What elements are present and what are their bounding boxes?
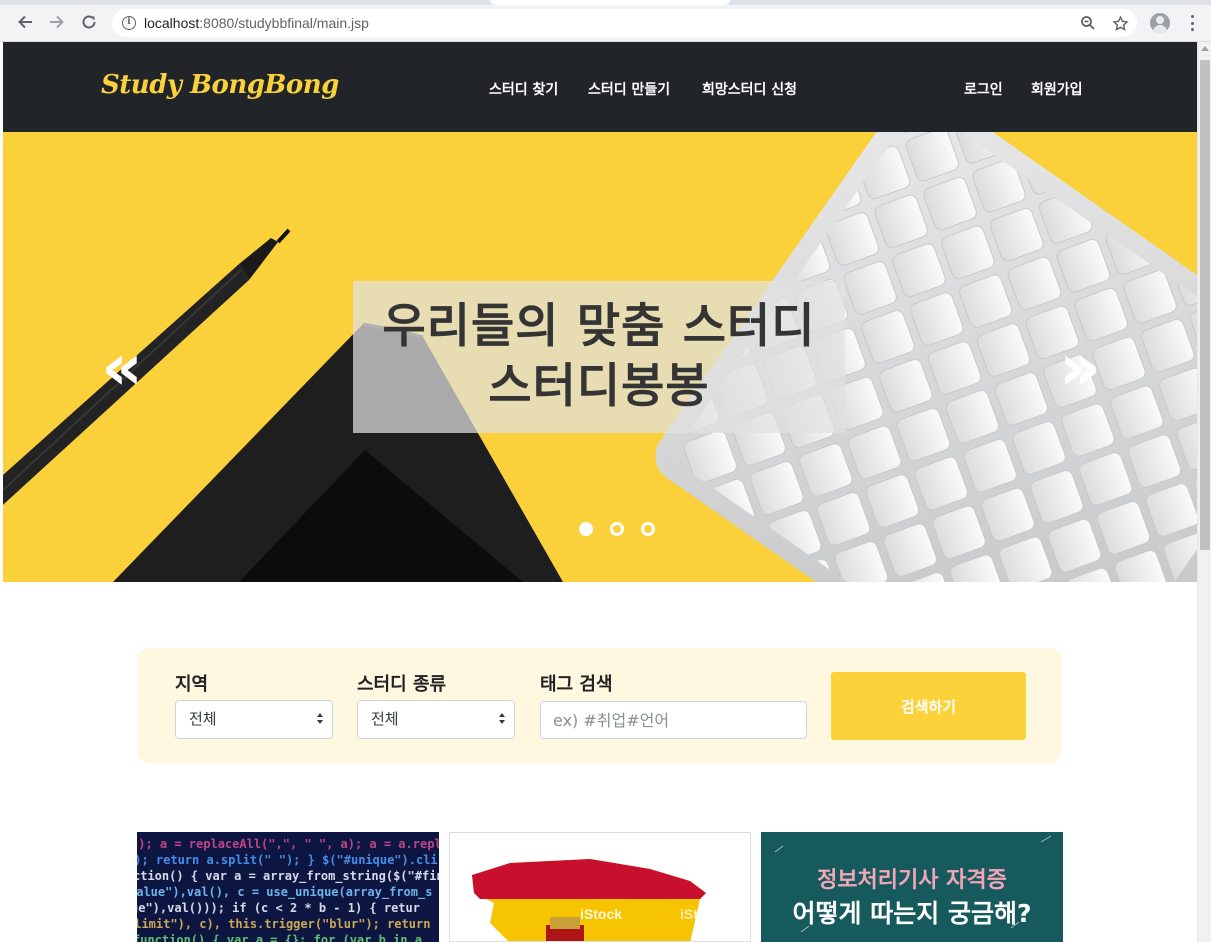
study-type-select-value: 전체 — [371, 710, 399, 728]
hero-caption-line1: 우리들의 맞춤 스터디 — [382, 299, 816, 354]
nav-login[interactable]: 로그인 — [964, 79, 1003, 99]
study-card-code[interactable]: "); a = replaceAll(",", " ", a); a = a.r… — [137, 832, 439, 942]
study-type-select[interactable]: 전체 — [357, 700, 515, 739]
hero-carousel: 우리들의 맞춤 스터디 스터디봉봉 « » — [3, 132, 1197, 582]
brand-logo[interactable]: Study BongBong — [101, 70, 339, 100]
url-text: localhost:8080/studybbfinal/main.jsp — [144, 15, 369, 31]
search-button[interactable]: 검색하기 — [831, 672, 1026, 740]
carousel-prev-icon[interactable]: « — [97, 336, 147, 400]
istock-watermark: iStock — [580, 906, 622, 922]
region-select[interactable]: 전체 — [175, 700, 333, 739]
profile-avatar-icon[interactable] — [1150, 13, 1170, 33]
code-thumbnail-image: "); a = replaceAll(",", " ", a); a = a.r… — [137, 832, 439, 942]
site-info-icon[interactable]: i — [122, 16, 136, 30]
back-icon[interactable] — [15, 12, 35, 32]
cert-question-text: 어떻게 따는지 궁금해? — [793, 899, 1032, 928]
page-scrollbar[interactable] — [1197, 42, 1211, 942]
hero-caption-line2: 스터디봉봉 — [488, 359, 710, 414]
region-select-value: 전체 — [189, 710, 217, 728]
reload-icon[interactable] — [79, 12, 99, 32]
nav-find-study[interactable]: 스터디 찾기 — [489, 79, 558, 99]
active-tab[interactable] — [490, 0, 730, 5]
study-type-label: 스터디 종류 — [357, 674, 447, 695]
zoom-icon[interactable] — [1079, 14, 1097, 32]
scroll-up-arrow-icon[interactable] — [1201, 46, 1209, 51]
address-bar[interactable]: i localhost:8080/studybbfinal/main.jsp — [112, 9, 1137, 37]
carousel-indicator[interactable] — [641, 522, 655, 536]
cert-thumbnail-image: 정보처리기사 자격증 어떻게 따는지 궁금해? — [761, 832, 1063, 942]
study-card-spanish[interactable]: iStock iStock — [449, 832, 751, 942]
bookmark-star-icon[interactable] — [1111, 14, 1129, 32]
nav-request-study[interactable]: 희망스터디 신청 — [702, 79, 797, 99]
carousel-indicators — [579, 522, 659, 536]
search-panel: 지역 전체 스터디 종류 전체 태그 검색 검색하기 — [138, 648, 1061, 763]
forward-icon[interactable] — [47, 12, 67, 32]
browser-toolbar: i localhost:8080/studybbfinal/main.jsp — [0, 0, 1211, 42]
cert-title-text: 정보처리기사 자격증 — [817, 868, 1007, 893]
nav-create-study[interactable]: 스터디 만들기 — [588, 79, 670, 99]
study-card-cert[interactable]: 정보처리기사 자격증 어떻게 따는지 궁금해? — [761, 832, 1063, 942]
carousel-indicator[interactable] — [579, 522, 593, 536]
select-caret-icon — [499, 713, 505, 725]
svg-text:iStock: iStock — [680, 906, 722, 922]
tag-search-label: 태그 검색 — [540, 674, 613, 695]
scroll-thumb[interactable] — [1200, 60, 1210, 550]
select-caret-icon — [317, 713, 323, 725]
carousel-indicator[interactable] — [610, 522, 624, 536]
site-header: Study BongBong 스터디 찾기 스터디 만들기 희망스터디 신청 로… — [3, 42, 1197, 132]
browser-menu-icon[interactable] — [1186, 13, 1198, 33]
carousel-next-icon[interactable]: » — [1055, 336, 1105, 400]
nav-signup[interactable]: 회원가입 — [1031, 79, 1083, 99]
tag-search-input[interactable] — [540, 701, 807, 739]
region-label: 지역 — [175, 674, 209, 695]
spain-map-thumbnail-image: iStock iStock — [450, 833, 750, 941]
hero-caption-box: 우리들의 맞춤 스터디 스터디봉봉 — [353, 281, 845, 433]
